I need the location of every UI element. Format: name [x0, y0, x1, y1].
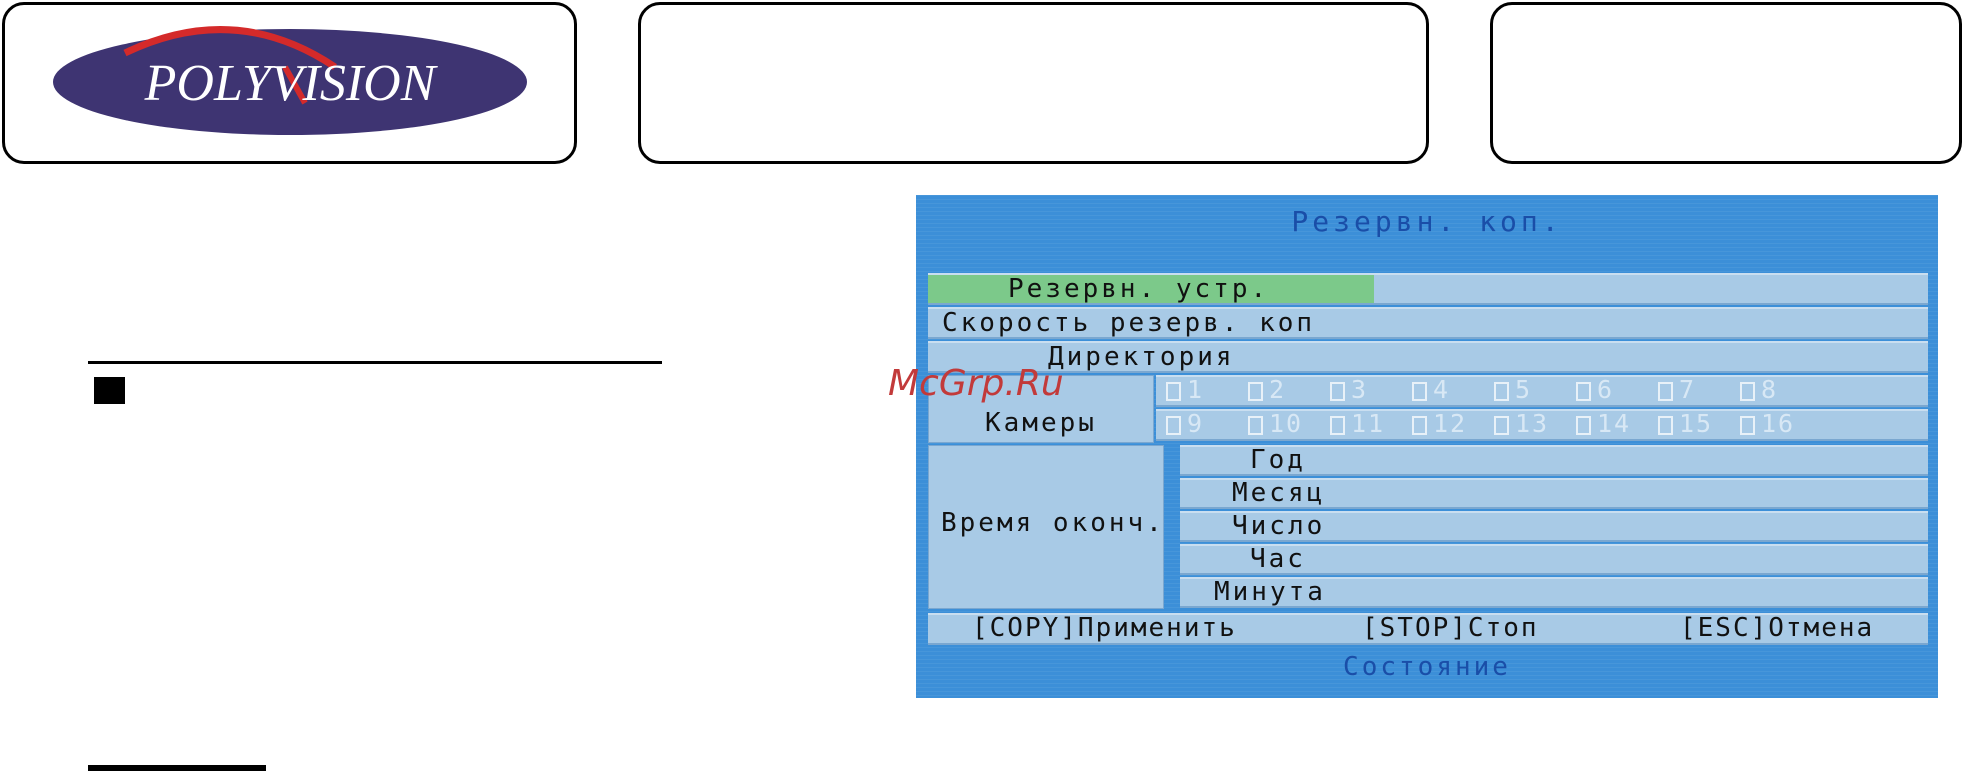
backup-speed-label: Скорость резерв. коп: [942, 308, 1316, 338]
day-row[interactable]: Число: [1180, 511, 1928, 542]
header-right-frame: [1490, 2, 1962, 164]
camera-checkbox-15[interactable]: 15: [1658, 409, 1713, 438]
checkbox-icon: [1248, 381, 1263, 401]
menu-title: Резервн. коп.: [1291, 205, 1563, 238]
camera-checkbox-4[interactable]: 4: [1412, 375, 1450, 404]
checkbox-icon: [1494, 415, 1509, 435]
camera-channels-row-1: 1 2 3 4 5 6 7 8: [1156, 375, 1928, 407]
apply-button[interactable]: [COPY]Применить: [972, 613, 1237, 643]
checkbox-icon: [1740, 381, 1755, 401]
checkbox-icon: [1330, 381, 1345, 401]
backup-device-row[interactable]: Резервн. устр.: [928, 273, 1928, 305]
camera-checkbox-13[interactable]: 13: [1494, 409, 1549, 438]
status-label: Состояние: [1343, 652, 1511, 682]
camera-checkbox-7[interactable]: 7: [1658, 375, 1696, 404]
checkbox-icon: [1166, 415, 1181, 435]
checkbox-icon: [1330, 415, 1345, 435]
camera-checkbox-9[interactable]: 9: [1166, 409, 1204, 438]
cancel-button[interactable]: [ESC]Отмена: [1680, 613, 1874, 643]
logo-frame: POLYVISION: [2, 2, 577, 164]
footer-actions-row: [COPY]Применить [STOP]Стоп [ESC]Отмена: [928, 613, 1928, 645]
directory-label: Директория: [1048, 342, 1235, 372]
polyvision-logo: POLYVISION: [53, 26, 527, 135]
directory-row[interactable]: Директория: [928, 341, 1928, 373]
year-row[interactable]: Год: [1180, 445, 1928, 476]
checkbox-icon: [1658, 415, 1673, 435]
camera-checkbox-8[interactable]: 8: [1740, 375, 1778, 404]
month-row[interactable]: Месяц: [1180, 478, 1928, 509]
camera-checkbox-16[interactable]: 16: [1740, 409, 1795, 438]
minute-row[interactable]: Минута: [1180, 577, 1928, 608]
watermark: McGrp.Ru: [888, 363, 1064, 404]
checkbox-icon: [1166, 381, 1181, 401]
stop-button[interactable]: [STOP]Стоп: [1362, 613, 1539, 643]
camera-checkbox-14[interactable]: 14: [1576, 409, 1631, 438]
header-middle-frame: [638, 2, 1429, 164]
backup-menu-screen: Резервн. коп. Резервн. устр. Скорость ре…: [916, 195, 1938, 698]
end-time-label-cell: Время оконч.: [928, 445, 1164, 609]
section-divider: [88, 361, 662, 364]
camera-checkbox-6[interactable]: 6: [1576, 375, 1614, 404]
backup-speed-row[interactable]: Скорость резерв. коп: [928, 307, 1928, 339]
day-label: Число: [1232, 511, 1326, 541]
hour-label: Час: [1250, 544, 1306, 574]
svg-text:POLYVISION: POLYVISION: [144, 55, 439, 112]
checkbox-icon: [1248, 415, 1263, 435]
camera-checkbox-2[interactable]: 2: [1248, 375, 1286, 404]
camera-channels-row-2: 9 10 11 12 13 14 15 16: [1156, 409, 1928, 441]
checkbox-icon: [1412, 415, 1427, 435]
camera-checkbox-11[interactable]: 11: [1330, 409, 1385, 438]
hour-row[interactable]: Час: [1180, 544, 1928, 575]
camera-checkbox-12[interactable]: 12: [1412, 409, 1467, 438]
camera-checkbox-1[interactable]: 1: [1166, 375, 1204, 404]
checkbox-icon: [1658, 381, 1673, 401]
bottom-divider: [88, 765, 266, 771]
camera-checkbox-3[interactable]: 3: [1330, 375, 1368, 404]
camera-checkbox-10[interactable]: 10: [1248, 409, 1303, 438]
backup-device-label: Резервн. устр.: [1008, 274, 1270, 304]
section-bullet: [94, 377, 125, 404]
checkbox-icon: [1494, 381, 1509, 401]
checkbox-icon: [1740, 415, 1755, 435]
end-time-label: Время оконч.: [941, 508, 1165, 538]
checkbox-icon: [1412, 381, 1427, 401]
minute-label: Минута: [1214, 577, 1326, 607]
checkbox-icon: [1576, 415, 1591, 435]
year-label: Год: [1250, 445, 1306, 475]
month-label: Месяц: [1232, 478, 1326, 508]
camera-checkbox-5[interactable]: 5: [1494, 375, 1532, 404]
cameras-label: Камеры: [985, 408, 1097, 438]
checkbox-icon: [1576, 381, 1591, 401]
